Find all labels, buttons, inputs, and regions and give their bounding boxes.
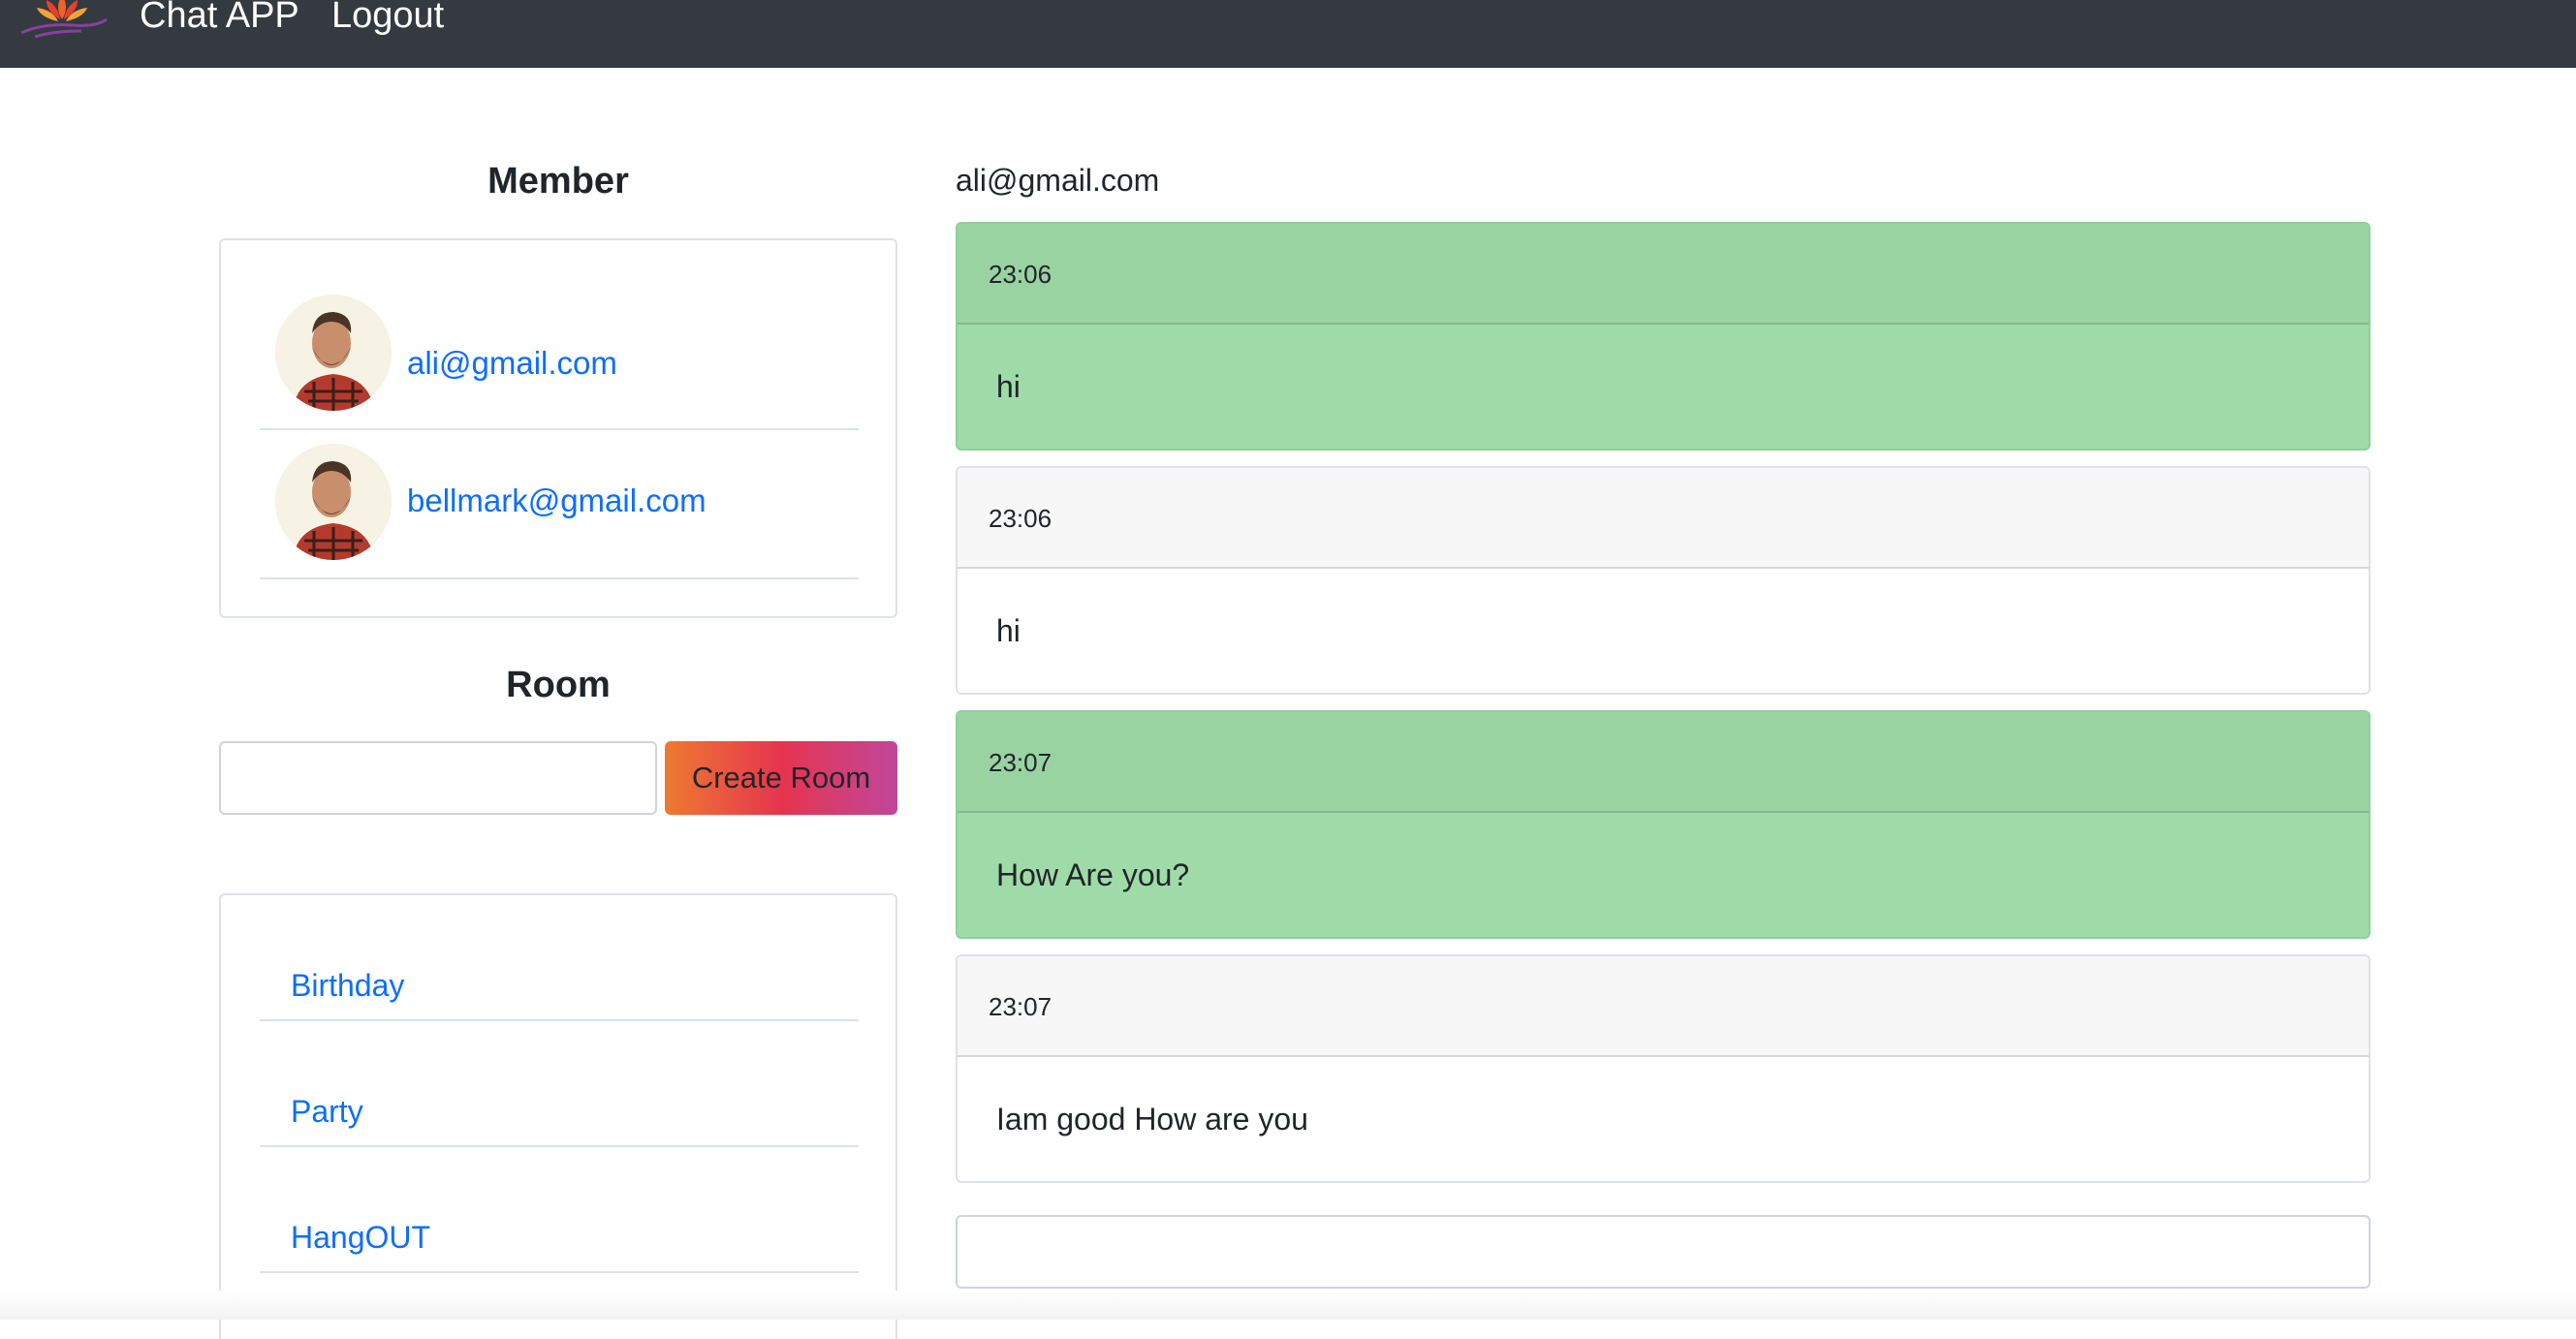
- room-item: Birthday: [260, 895, 859, 1021]
- message-card: 23:06 hi: [956, 222, 2371, 451]
- message-time: 23:07: [958, 712, 2369, 813]
- room-name-input[interactable]: [219, 741, 657, 815]
- chat-current-user: ali@gmail.com: [956, 163, 1160, 198]
- message-input[interactable]: [956, 1215, 2371, 1289]
- room-heading: Room: [506, 665, 611, 705]
- message-time: 23:06: [958, 224, 2369, 325]
- room-link[interactable]: Party: [291, 1094, 363, 1130]
- message-text: How Are you?: [996, 857, 1190, 892]
- message-card: 23:07 How Are you?: [956, 710, 2371, 939]
- member-item: ali@gmail.com: [260, 240, 859, 430]
- user-avatar-icon: [275, 295, 392, 411]
- room-item: Party: [260, 1021, 859, 1147]
- message-time: 23:07: [958, 956, 2369, 1057]
- room-list: Birthday Party HangOUT: [219, 893, 897, 1339]
- member-heading: Member: [487, 161, 629, 202]
- message-text: hi: [996, 369, 1021, 404]
- member-list: ali@gmail.com bellmark@gmail.com: [219, 238, 897, 618]
- message-card: 23:06 hi: [956, 466, 2371, 695]
- room-link[interactable]: HangOUT: [291, 1220, 430, 1256]
- member-email-link[interactable]: bellmark@gmail.com: [407, 483, 707, 519]
- member-item: bellmark@gmail.com: [260, 430, 859, 579]
- app-brand[interactable]: Chat APP: [140, 0, 299, 41]
- message-time: 23:06: [958, 468, 2369, 569]
- create-room-button[interactable]: Create Room: [665, 741, 897, 815]
- room-item: HangOUT: [260, 1147, 859, 1273]
- room-link[interactable]: Birthday: [291, 968, 404, 1004]
- page-bottom-edge: [0, 1291, 2576, 1320]
- member-email-link[interactable]: ali@gmail.com: [407, 345, 617, 382]
- message-card: 23:07 Iam good How are you: [956, 954, 2371, 1183]
- navbar: Chat APP Logout: [0, 0, 2576, 68]
- lotus-logo-icon[interactable]: [14, 0, 110, 41]
- message-text: hi: [996, 613, 1021, 648]
- user-avatar-icon: [275, 444, 392, 560]
- message-text: Iam good How are you: [996, 1102, 1308, 1137]
- logout-link[interactable]: Logout: [331, 0, 444, 41]
